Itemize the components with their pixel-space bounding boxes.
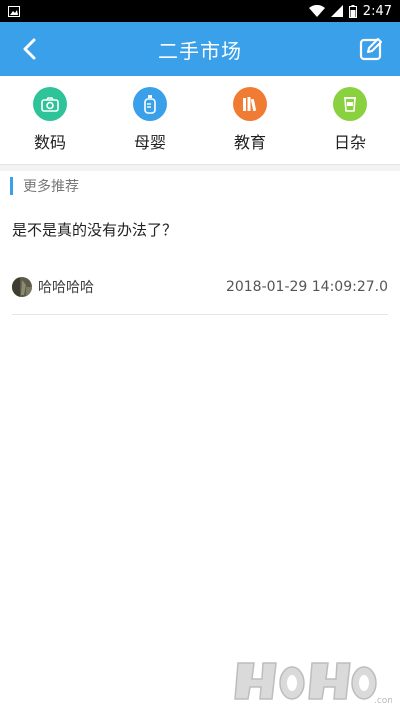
battery-icon [348,4,357,18]
chevron-left-icon [23,38,36,60]
app-bar: 二手市场 [0,22,400,76]
edit-icon [359,38,382,61]
section-header: 更多推荐 [10,176,79,196]
status-left [8,5,20,17]
post-title[interactable]: 是不是真的没有办法了？ [12,219,177,240]
svg-text:.com: .com [374,696,392,705]
status-time: 2:47 [362,3,392,19]
status-right: 2:47 [308,3,392,19]
baby-bottle-icon [133,87,167,121]
compose-button[interactable] [356,34,386,64]
category-baby[interactable]: 母婴 [100,87,200,153]
section-accent-bar [10,177,13,195]
avatar [12,277,32,297]
signal-icon [330,5,343,17]
category-digital[interactable]: 数码 [0,87,100,153]
author-name: 哈哈哈哈 [38,280,94,296]
category-label: 日杂 [333,133,366,152]
status-bar: 2:47 [0,0,400,22]
page-title: 二手市场 [158,38,242,63]
image-notification-icon [8,5,20,17]
post-timestamp: 2018-01-29 14:09:27.0 [225,279,388,295]
category-label: 教育 [233,133,266,152]
books-icon [233,87,267,121]
post-author[interactable]: 哈哈哈哈 [12,277,94,297]
camera-icon [33,87,67,121]
wifi-icon [308,5,325,17]
category-misc[interactable]: 日杂 [300,87,400,153]
category-education[interactable]: 教育 [200,87,300,153]
watermark-logo: .com [234,662,392,705]
category-label: 数码 [33,133,66,152]
divider [12,314,388,315]
category-label: 母婴 [133,133,166,152]
back-button[interactable] [14,34,44,64]
category-bar: 数码 母婴 教育 日杂 [0,76,400,165]
cup-icon [333,87,367,121]
post-meta: 哈哈哈哈 2018-01-29 14:09:27.0 [12,274,388,300]
section-title: 更多推荐 [23,179,79,195]
section-separator [0,165,400,171]
